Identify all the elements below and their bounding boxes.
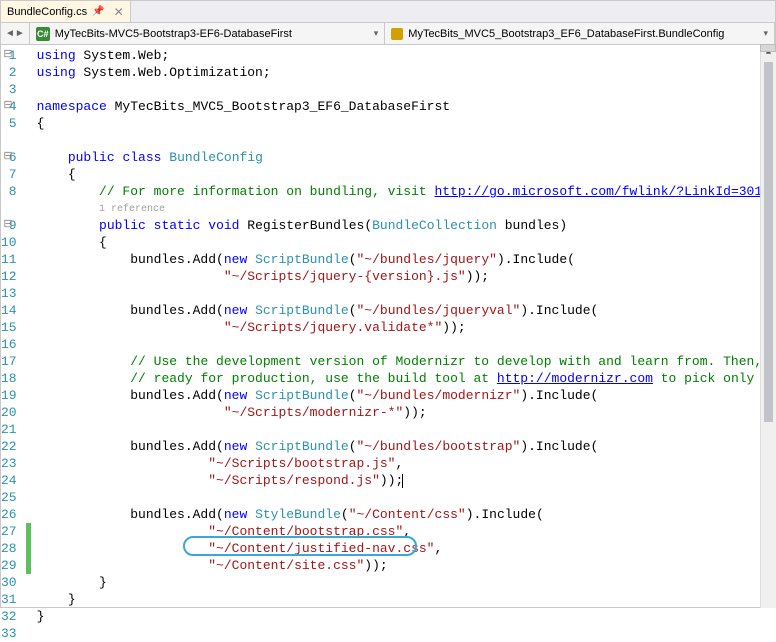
line-number: 8: [1, 183, 25, 200]
line-number: [1, 132, 25, 149]
scope-project-label: MyTecBits-MVC5-Bootstrap3-EF6-DatabaseFi…: [55, 28, 292, 40]
code-line[interactable]: {: [37, 234, 776, 251]
line-number: 31: [1, 591, 25, 608]
file-tab-label: BundleConfig.cs: [7, 6, 87, 18]
line-number: 14: [1, 302, 25, 319]
code-line[interactable]: // Use the development version of Modern…: [37, 353, 776, 370]
line-number: 27: [1, 523, 25, 540]
code-line[interactable]: "~/Content/justified-nav.css",: [37, 540, 776, 557]
code-line[interactable]: // ready for production, use the build t…: [37, 370, 776, 387]
scrollbar-thumb[interactable]: [764, 62, 773, 422]
code-line[interactable]: "~/Scripts/bootstrap.js",: [37, 455, 776, 472]
line-number: 6⊟: [1, 149, 25, 166]
code-line[interactable]: }: [37, 574, 776, 591]
code-line[interactable]: {: [37, 115, 776, 132]
line-number: 11: [1, 251, 25, 268]
scope-symbol-dropdown[interactable]: MyTecBits_MVC5_Bootstrap3_EF6_DatabaseFi…: [385, 23, 775, 44]
code-line[interactable]: {: [37, 166, 776, 183]
line-number: 26: [1, 506, 25, 523]
close-icon[interactable]: ✕: [114, 5, 124, 19]
nav-back-button[interactable]: ◄►: [1, 23, 30, 44]
code-line[interactable]: }: [37, 608, 776, 625]
fold-toggle[interactable]: ⊟: [1, 98, 15, 115]
chevron-down-icon: ▾: [757, 28, 768, 39]
line-number: 13: [1, 285, 25, 302]
code-line[interactable]: bundles.Add(new StyleBundle("~/Content/c…: [37, 506, 776, 523]
line-number: 9⊟: [1, 217, 25, 234]
line-number: 7: [1, 166, 25, 183]
line-number: 32: [1, 608, 25, 625]
line-number: 12: [1, 268, 25, 285]
class-icon: [391, 28, 403, 40]
line-number: [1, 200, 25, 217]
line-number: 23: [1, 455, 25, 472]
line-number: 5: [1, 115, 25, 132]
code-line[interactable]: bundles.Add(new ScriptBundle("~/bundles/…: [37, 251, 776, 268]
chevron-down-icon: ▾: [368, 28, 379, 39]
tab-bar: BundleConfig.cs 📌 ✕: [1, 1, 775, 23]
scope-project-dropdown[interactable]: C# MyTecBits-MVC5-Bootstrap3-EF6-Databas…: [30, 23, 385, 44]
line-number: 29: [1, 557, 25, 574]
line-number: 25: [1, 489, 25, 506]
line-number: 10: [1, 234, 25, 251]
pin-icon[interactable]: 📌: [92, 6, 104, 17]
file-tab[interactable]: BundleConfig.cs 📌 ✕: [1, 1, 131, 22]
line-number: 22: [1, 438, 25, 455]
line-number: 1⊟: [1, 47, 25, 64]
scope-symbol-label: MyTecBits_MVC5_Bootstrap3_EF6_DatabaseFi…: [408, 28, 724, 40]
fold-toggle[interactable]: ⊟: [1, 149, 15, 166]
split-handle[interactable]: [760, 44, 776, 52]
code-line[interactable]: using System.Web;: [37, 47, 776, 64]
code-line[interactable]: "~/Content/site.css"));: [37, 557, 776, 574]
line-number: 3: [1, 81, 25, 98]
code-line[interactable]: 1 reference: [37, 200, 776, 217]
code-line[interactable]: [37, 81, 776, 98]
line-number: 30: [1, 574, 25, 591]
csharp-icon: C#: [36, 27, 50, 41]
code-line[interactable]: [37, 421, 776, 438]
fold-toggle[interactable]: ⊟: [1, 47, 15, 64]
code-line[interactable]: [37, 489, 776, 506]
code-line[interactable]: bundles.Add(new ScriptBundle("~/bundles/…: [37, 302, 776, 319]
line-number: 33: [1, 625, 25, 642]
code-line[interactable]: "~/Content/bootstrap.css",: [37, 523, 776, 540]
code-area[interactable]: using System.Web;using System.Web.Optimi…: [25, 45, 776, 607]
code-line[interactable]: "~/Scripts/jquery-{version}.js"));: [37, 268, 776, 285]
code-line[interactable]: public class BundleConfig: [37, 149, 776, 166]
code-line[interactable]: [37, 285, 776, 302]
line-number: 20: [1, 404, 25, 421]
code-line[interactable]: public static void RegisterBundles(Bundl…: [37, 217, 776, 234]
code-line[interactable]: "~/Scripts/jquery.validate*"));: [37, 319, 776, 336]
line-number: 16: [1, 336, 25, 353]
navigation-bar: ◄► C# MyTecBits-MVC5-Bootstrap3-EF6-Data…: [1, 23, 775, 45]
code-line[interactable]: [37, 132, 776, 149]
text-caret: [402, 474, 403, 488]
line-number: 28: [1, 540, 25, 557]
line-number: 19: [1, 387, 25, 404]
line-number: 18: [1, 370, 25, 387]
code-line[interactable]: "~/Scripts/respond.js"));: [37, 472, 776, 489]
code-line[interactable]: namespace MyTecBits_MVC5_Bootstrap3_EF6_…: [37, 98, 776, 115]
line-number: 24: [1, 472, 25, 489]
code-line[interactable]: "~/Scripts/modernizr-*"));: [37, 404, 776, 421]
code-line[interactable]: using System.Web.Optimization;: [37, 64, 776, 81]
code-line[interactable]: bundles.Add(new ScriptBundle("~/bundles/…: [37, 438, 776, 455]
line-number: 17: [1, 353, 25, 370]
line-number: 2: [1, 64, 25, 81]
code-line[interactable]: [37, 625, 776, 642]
code-line[interactable]: }: [37, 591, 776, 608]
fold-toggle[interactable]: ⊟: [1, 217, 15, 234]
line-number: 4⊟: [1, 98, 25, 115]
line-number: 15: [1, 319, 25, 336]
vertical-scrollbar[interactable]: ▲: [760, 44, 776, 608]
code-editor[interactable]: 1⊟234⊟56⊟789⊟101112131415161718192021222…: [1, 45, 775, 607]
line-number: 21: [1, 421, 25, 438]
code-line[interactable]: [37, 336, 776, 353]
code-line[interactable]: bundles.Add(new ScriptBundle("~/bundles/…: [37, 387, 776, 404]
line-number-gutter: 1⊟234⊟56⊟789⊟101112131415161718192021222…: [1, 45, 25, 607]
code-line[interactable]: // For more information on bundling, vis…: [37, 183, 776, 200]
